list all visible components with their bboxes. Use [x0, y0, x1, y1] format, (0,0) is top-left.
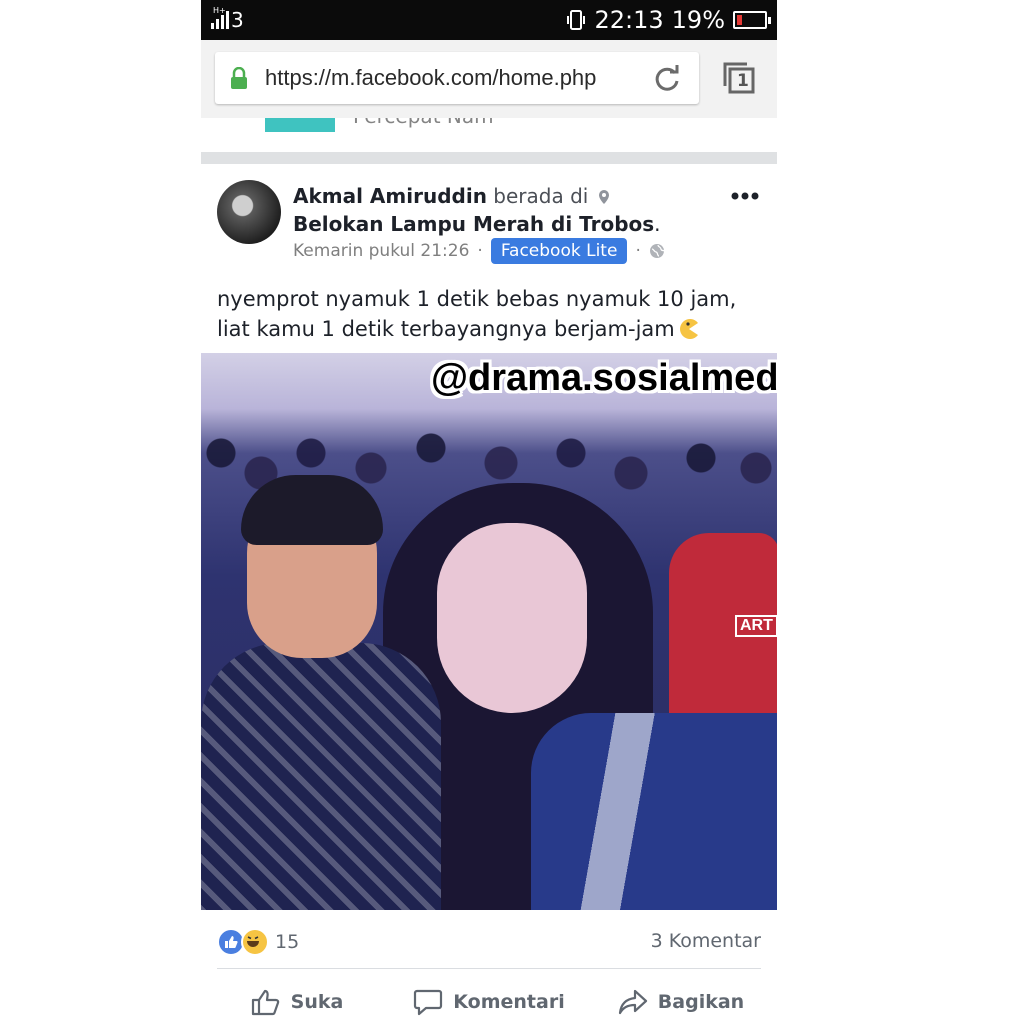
browser-toolbar: https://m.facebook.com/home.php 1 — [201, 40, 777, 120]
battery-level — [737, 15, 742, 25]
comments-count[interactable]: 3 Komentar — [651, 930, 761, 952]
post-timestamp[interactable]: Kemarin pukul 21:26 — [293, 241, 469, 261]
like-button[interactable]: Suka — [201, 982, 393, 1022]
previous-post-thumbnail — [265, 118, 335, 132]
signal-indicator: H+ 3 — [211, 6, 244, 32]
meta-separator: · — [635, 241, 641, 261]
photo-girl-body — [531, 713, 777, 910]
share-label: Bagikan — [657, 991, 745, 1013]
previous-post-peek: Percepat Nam — [201, 118, 777, 152]
photo-girl-face — [437, 523, 587, 713]
tabs-button[interactable]: 1 — [721, 60, 757, 96]
share-icon — [618, 989, 647, 1015]
meta-separator: · — [477, 241, 483, 261]
post-header: Akmal Amiruddin berada di Belokan Lampu … — [293, 184, 661, 236]
reload-icon[interactable] — [653, 64, 681, 92]
actions-divider — [217, 968, 761, 969]
reactions-count: 15 — [275, 931, 300, 953]
vibrate-icon — [566, 9, 586, 31]
emoji-icon — [679, 319, 698, 339]
thumbs-up-icon — [251, 989, 279, 1016]
post-actions: Suka Komentari Bagikan — [201, 982, 777, 1022]
battery-percent: 19% — [671, 6, 725, 34]
comment-label: Komentari — [453, 991, 565, 1013]
post-text-line-2: liat kamu 1 detik terbayangnya berjam-ja… — [217, 317, 675, 341]
location-verb: berada di — [493, 184, 589, 208]
clock: 22:13 — [594, 6, 664, 34]
like-label: Suka — [290, 991, 344, 1013]
photo-boy-hair — [241, 475, 383, 545]
url-text[interactable]: https://m.facebook.com/home.php — [265, 65, 650, 91]
address-bar[interactable]: https://m.facebook.com/home.php — [215, 52, 699, 104]
feed-divider — [201, 152, 777, 164]
status-bar: H+ 3 22:13 19% — [201, 0, 777, 40]
author-name[interactable]: Akmal Amiruddin — [293, 184, 487, 208]
jacket-text: ART — [735, 615, 777, 637]
location-name[interactable]: Belokan Lampu Merah di Trobos — [293, 212, 654, 236]
post-text-line-1: nyemprot nyamuk 1 detik bebas nyamuk 10 … — [217, 287, 737, 311]
post-text-line-2-wrap: liat kamu 1 detik terbayangnya berjam-ja… — [217, 314, 767, 344]
post-meta: Kemarin pukul 21:26 · Facebook Lite · — [293, 238, 665, 264]
photo-boy-body — [201, 643, 441, 910]
network-label: 3 — [231, 8, 244, 32]
post-body: nyemprot nyamuk 1 detik bebas nyamuk 10 … — [217, 284, 767, 344]
phone-screen: H+ 3 22:13 19% https://m.facebook.com/ho… — [201, 0, 777, 1024]
post-photo[interactable]: ART @drama.sosialmedia — [201, 353, 777, 910]
comment-icon — [414, 989, 443, 1016]
previous-post-text: Percepat Nam — [353, 118, 494, 128]
comment-button[interactable]: Komentari — [393, 982, 585, 1022]
globe-icon — [649, 244, 665, 258]
watermark: @drama.sosialmedia — [431, 357, 777, 399]
battery-icon — [733, 11, 771, 29]
haha-reaction-icon — [241, 928, 269, 956]
reactions-summary[interactable]: 15 — [217, 928, 299, 956]
author-avatar[interactable] — [217, 180, 281, 244]
share-button[interactable]: Bagikan — [585, 982, 777, 1022]
lock-icon — [231, 67, 247, 89]
tab-count: 1 — [737, 71, 749, 91]
app-badge[interactable]: Facebook Lite — [490, 238, 628, 264]
more-options-icon[interactable] — [731, 192, 759, 200]
network-type-label: H+ — [213, 6, 226, 15]
location-pin-icon — [598, 190, 609, 204]
